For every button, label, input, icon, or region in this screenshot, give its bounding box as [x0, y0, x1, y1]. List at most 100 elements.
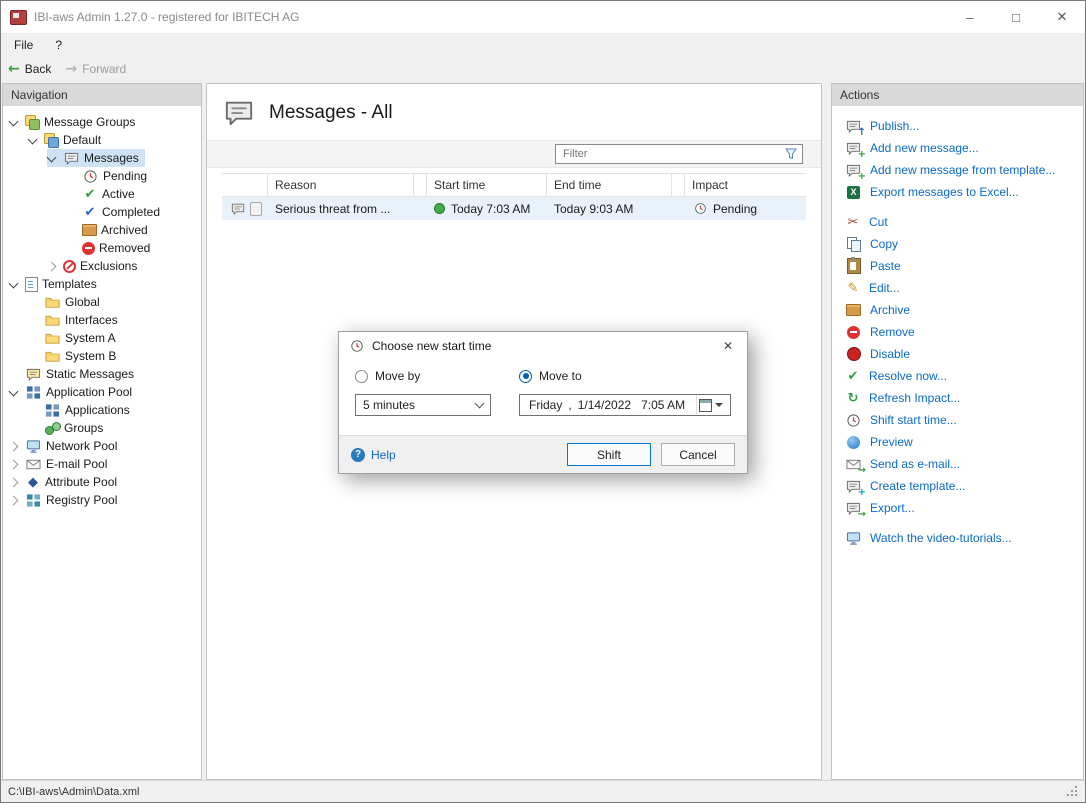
tree-item-interfaces[interactable]: Interfaces — [3, 311, 201, 329]
tree-item-exclusions[interactable]: Exclusions — [3, 257, 201, 275]
note-icon — [250, 202, 262, 216]
pending-icon — [82, 168, 99, 184]
close-icon[interactable]: ✕ — [1039, 1, 1085, 33]
date-day-segment[interactable]: Friday — [525, 398, 566, 412]
back-arrow-icon: ← — [8, 62, 20, 76]
tree-item-archived[interactable]: Archived — [3, 221, 201, 239]
menu-file[interactable]: File — [14, 38, 33, 52]
tree-item-message-groups[interactable]: Message Groups — [3, 113, 201, 131]
help-link[interactable]: Help — [351, 448, 396, 462]
tree-item-application-pool[interactable]: Application Pool — [3, 383, 201, 401]
action-refresh-impact[interactable]: ↻ Refresh Impact... — [845, 387, 1083, 409]
chevron-expanded-icon[interactable] — [47, 152, 57, 162]
tree-item-system-a[interactable]: System A — [3, 329, 201, 347]
chevron-collapsed-icon[interactable] — [9, 477, 19, 487]
chevron-collapsed-icon[interactable] — [9, 459, 19, 469]
column-header-start-time[interactable]: Start time — [427, 174, 547, 196]
action-resolve-now[interactable]: ✔ Resolve now... — [845, 365, 1083, 387]
time-value-segment[interactable]: 7:05 AM — [637, 398, 689, 412]
action-add-new-message[interactable]: + Add new message... — [845, 137, 1083, 159]
filter-box[interactable] — [555, 144, 803, 164]
dialog-body: Move by Move to 5 minutes Friday — [339, 360, 747, 435]
tree-item-network-pool[interactable]: Network Pool — [3, 437, 201, 455]
actions-header: Actions — [832, 84, 1083, 106]
back-button[interactable]: ← Back — [8, 62, 51, 76]
column-header-end-time[interactable]: End time — [547, 174, 672, 196]
maximize-icon[interactable]: □ — [993, 1, 1039, 33]
chevron-expanded-icon[interactable] — [9, 278, 19, 288]
action-export[interactable]: → Export... — [845, 497, 1083, 519]
groups-icon — [44, 421, 60, 435]
datetime-picker[interactable]: Friday , 1/14/2022 7:05 AM — [519, 394, 731, 416]
video-tutorials-icon — [845, 530, 862, 546]
action-shift-start-time[interactable]: Shift start time... — [845, 409, 1083, 431]
date-value-segment[interactable]: 1/14/2022 — [574, 398, 635, 412]
chevron-expanded-icon[interactable] — [28, 134, 38, 144]
tree-item-pending[interactable]: Pending — [3, 167, 201, 185]
tree-item-templates[interactable]: Templates — [3, 275, 201, 293]
move-to-radio[interactable] — [519, 370, 532, 383]
column-header-impact[interactable]: Impact — [685, 174, 805, 196]
chevron-collapsed-icon[interactable] — [9, 495, 19, 505]
action-disable[interactable]: Disable — [845, 343, 1083, 365]
action-export-to-excel[interactable]: Export messages to Excel... — [845, 181, 1083, 203]
tree-item-active[interactable]: ✔ Active — [3, 185, 201, 203]
action-paste[interactable]: Paste — [845, 255, 1083, 277]
cancel-button[interactable]: Cancel — [661, 443, 735, 466]
tree-item-label: Groups — [64, 421, 103, 435]
column-header-reason[interactable]: Reason — [268, 174, 414, 196]
action-create-template[interactable]: + Create template... — [845, 475, 1083, 497]
action-remove[interactable]: Remove — [845, 321, 1083, 343]
move-by-radio[interactable] — [355, 370, 368, 383]
calendar-dropdown-button[interactable] — [696, 395, 725, 415]
action-add-message-from-template[interactable]: + Add new message from template... — [845, 159, 1083, 181]
chevron-expanded-icon[interactable] — [9, 386, 19, 396]
network-pool-icon — [25, 438, 42, 454]
tree-item-system-b[interactable]: System B — [3, 347, 201, 365]
action-edit[interactable]: ✎ Edit... — [845, 277, 1083, 299]
action-archive[interactable]: Archive — [845, 299, 1083, 321]
chevron-expanded-icon[interactable] — [9, 116, 19, 126]
pending-clock-icon — [692, 201, 709, 217]
table-row[interactable]: Serious threat from ... Today 7:03 AM To… — [222, 197, 806, 220]
tree-item-attribute-pool[interactable]: ◆ Attribute Pool — [3, 473, 201, 491]
filter-funnel-icon[interactable] — [785, 148, 797, 160]
action-watch-video-tutorials[interactable]: Watch the video-tutorials... — [845, 527, 1083, 549]
action-label: Publish... — [870, 119, 919, 133]
tree-item-label: Static Messages — [46, 367, 134, 381]
action-copy[interactable]: Copy — [845, 233, 1083, 255]
icon-column-header[interactable] — [222, 174, 268, 196]
tree-item-applications[interactable]: Applications — [3, 401, 201, 419]
tree-item-groups[interactable]: Groups — [3, 419, 201, 437]
tree-item-email-pool[interactable]: E-mail Pool — [3, 455, 201, 473]
tree-item-messages[interactable]: Messages — [3, 149, 201, 167]
tree-item-label: Default — [63, 133, 101, 147]
tree-item-global[interactable]: Global — [3, 293, 201, 311]
tree-item-label: Completed — [102, 205, 160, 219]
action-label: Shift start time... — [870, 413, 957, 427]
action-cut[interactable]: ✂ Cut — [845, 211, 1083, 233]
forward-button[interactable]: → Forward — [65, 62, 126, 76]
action-label: Refresh Impact... — [869, 391, 960, 405]
minimize-icon[interactable]: – — [947, 1, 993, 33]
action-send-as-email[interactable]: → Send as e-mail... — [845, 453, 1083, 475]
tree-item-static-messages[interactable]: Static Messages — [3, 365, 201, 383]
tree-item-completed[interactable]: ✔ Completed — [3, 203, 201, 221]
actions-list: ↑ Publish... + Add new message... + Add … — [832, 106, 1083, 549]
tree-item-removed[interactable]: Removed — [3, 239, 201, 257]
tree-item-default[interactable]: Default — [3, 131, 201, 149]
action-preview[interactable]: Preview — [845, 431, 1083, 453]
filter-input[interactable] — [561, 147, 781, 161]
chevron-collapsed-icon[interactable] — [9, 441, 19, 451]
tree-item-registry-pool[interactable]: Registry Pool — [3, 491, 201, 509]
duration-select[interactable]: 5 minutes — [355, 394, 491, 416]
menu-help[interactable]: ? — [55, 38, 62, 52]
copy-icon — [845, 236, 862, 252]
dialog-close-icon[interactable]: ✕ — [709, 332, 747, 360]
tree-item-label: Applications — [65, 403, 130, 417]
action-publish[interactable]: ↑ Publish... — [845, 115, 1083, 137]
resize-grip[interactable] — [1068, 787, 1078, 797]
chevron-collapsed-icon[interactable] — [47, 261, 57, 271]
shift-button[interactable]: Shift — [567, 443, 651, 466]
paste-icon — [845, 258, 862, 274]
